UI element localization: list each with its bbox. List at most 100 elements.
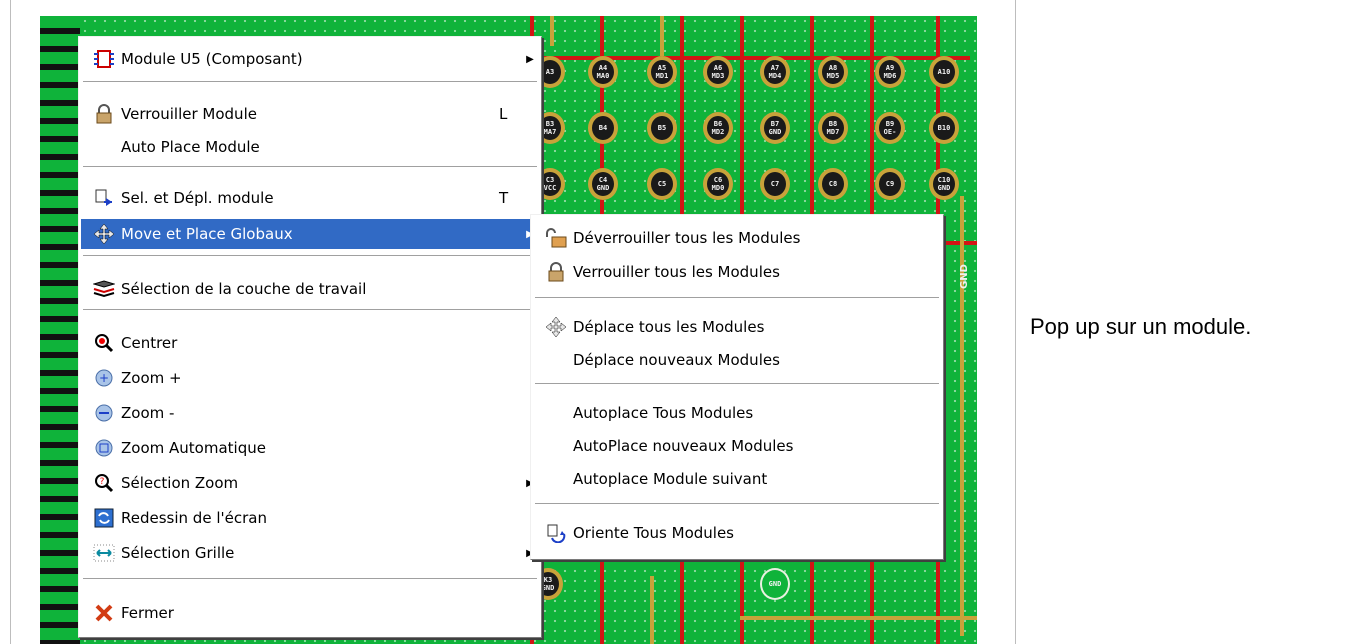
menu-item-label: Centrer	[121, 334, 178, 352]
menu-item-label: Zoom Automatique	[121, 439, 266, 457]
pcb-pad[interactable]: A8 MD5	[818, 56, 848, 88]
menu-item-verrouiller-module[interactable]: Verrouiller Module L	[81, 99, 539, 129]
menu-item-selection-grille[interactable]: Sélection Grille▶	[81, 538, 539, 568]
pcb-pad[interactable]: A6 MD3	[703, 56, 733, 88]
net-label: GND	[958, 264, 970, 289]
grid-icon	[93, 542, 115, 564]
lock-icon	[545, 261, 567, 283]
menu-item-label: Sel. et Dépl. module	[121, 189, 274, 207]
menu-item-label: Redessin de l'écran	[121, 509, 267, 527]
zoom-in-icon: +	[93, 367, 115, 389]
menu-item-label: Autoplace Tous Modules	[573, 404, 754, 422]
menu-item-fermer[interactable]: Fermer	[81, 598, 539, 628]
menu-item-label: Déverrouiller tous les Modules	[573, 229, 801, 247]
menu-item-move-et-place-globaux[interactable]: Move et Place Globaux▶	[81, 219, 539, 249]
pcb-pad[interactable]: B9 OE-	[875, 112, 905, 144]
menu-separator	[535, 297, 939, 299]
menu-item-label: Oriente Tous Modules	[573, 524, 734, 542]
pcb-pad[interactable]: A7 MD4	[760, 56, 790, 88]
menu-item-label: Module U5 (Composant)	[121, 50, 303, 68]
menu-item-selection-de-la-couche-de-travail[interactable]: Sélection de la couche de travail	[81, 274, 539, 304]
pcb-pad[interactable]: B8 MD7	[818, 112, 848, 144]
menu-item-zoom[interactable]: + Zoom +	[81, 363, 539, 393]
menu-separator	[535, 383, 939, 385]
menu-separator	[83, 309, 537, 311]
move-arrows-icon	[545, 316, 567, 338]
menu-item-autoplace-tous-modules[interactable]: Autoplace Tous Modules	[533, 398, 941, 428]
menu-separator	[83, 578, 537, 580]
menu-item-zoom[interactable]: Zoom -	[81, 398, 539, 428]
move-place-submenu: Déverrouiller tous les Modules Verrouille…	[530, 214, 944, 560]
menu-item-label: Sélection de la couche de travail	[121, 280, 367, 298]
pcb-pad[interactable]: C7	[760, 168, 790, 200]
pcb-pad[interactable]: A9 MD6	[875, 56, 905, 88]
pcb-pad[interactable]: C4 GND	[588, 168, 618, 200]
pcb-pad[interactable]: B5	[647, 112, 677, 144]
pcb-pad[interactable]: C9	[875, 168, 905, 200]
svg-text:+: +	[99, 371, 109, 385]
pcb-pad[interactable]: C6 MD0	[703, 168, 733, 200]
menu-item-autoplace-nouveaux-modules[interactable]: AutoPlace nouveaux Modules	[533, 431, 941, 461]
gold-trace	[660, 16, 664, 56]
zoom-out-icon	[93, 402, 115, 424]
menu-item-label: Sélection Zoom	[121, 474, 239, 492]
caption: Pop up sur un module.	[1030, 314, 1252, 339]
menu-item-label: Zoom -	[121, 404, 175, 422]
pcb-pad[interactable]: A10	[929, 56, 959, 88]
menu-item-module-u5-composant[interactable]: Module U5 (Composant) ▶	[81, 44, 539, 74]
zoom-select-icon: ?	[93, 472, 115, 494]
gold-trace	[650, 576, 654, 644]
menu-separator	[83, 81, 537, 83]
move-arrows-icon	[93, 223, 115, 245]
menu-item-label: Fermer	[121, 604, 174, 622]
context-menu: Module U5 (Composant) ▶ Verrouiller Module…	[78, 36, 542, 638]
redraw-icon	[93, 507, 115, 529]
menu-item-redessin-de-l-ecran[interactable]: Redessin de l'écran	[81, 503, 539, 533]
menu-item-label: Auto Place Module	[121, 138, 260, 156]
menu-item-sel-et-depl-module[interactable]: Sel. et Dépl. module T	[81, 183, 539, 213]
menu-item-label: Autoplace Module suivant	[573, 470, 768, 488]
unlock-icon	[545, 227, 567, 249]
pcb-pad[interactable]: B4	[588, 112, 618, 144]
menu-item-verrouiller-tous-les-modules[interactable]: Verrouiller tous les Modules	[533, 257, 941, 287]
right-frame-line	[1015, 0, 1016, 644]
menu-item-label: Verrouiller tous les Modules	[573, 263, 780, 281]
pcb-pad[interactable]: C10 GND	[929, 168, 959, 200]
submenu-arrow-icon: ▶	[526, 53, 534, 65]
menu-item-deverrouiller-tous-les-modules[interactable]: Déverrouiller tous les Modules	[533, 223, 941, 253]
pcb-pad[interactable]: A4 MA0	[588, 56, 618, 88]
svg-text:?: ?	[100, 477, 105, 487]
shortcut-key: T	[499, 189, 509, 207]
move-module-icon	[93, 187, 115, 209]
menu-item-auto-place-module[interactable]: Auto Place Module	[81, 132, 539, 162]
gold-trace	[740, 616, 977, 620]
pcb-pad[interactable]: B10	[929, 112, 959, 144]
menu-separator	[83, 166, 537, 168]
gold-trace	[960, 196, 964, 636]
layers-icon	[93, 278, 115, 300]
menu-item-zoom-automatique[interactable]: Zoom Automatique	[81, 433, 539, 463]
shortcut-key: L	[499, 105, 508, 123]
menu-item-autoplace-module-suivant[interactable]: Autoplace Module suivant	[533, 464, 941, 494]
pcb-pad[interactable]: A5 MD1	[647, 56, 677, 88]
close-x-icon	[93, 602, 115, 624]
menu-item-label: Sélection Grille	[121, 544, 235, 562]
menu-separator	[535, 503, 939, 505]
menu-item-centrer[interactable]: Centrer	[81, 328, 539, 358]
menu-item-oriente-tous-modules[interactable]: Oriente Tous Modules	[533, 518, 941, 548]
center-zoom-icon	[93, 332, 115, 354]
menu-item-label: Déplace tous les Modules	[573, 318, 765, 336]
pcb-pad[interactable]: C5	[647, 168, 677, 200]
menu-separator	[83, 255, 537, 257]
chip-icon	[93, 48, 115, 70]
pcb-pad[interactable]: B7 GND	[760, 112, 790, 144]
lock-icon	[93, 103, 115, 125]
black-stripe	[40, 16, 80, 644]
pcb-pad[interactable]: C8	[818, 168, 848, 200]
menu-item-selection-zoom[interactable]: ?Sélection Zoom▶	[81, 468, 539, 498]
menu-item-deplace-nouveaux-modules[interactable]: Déplace nouveaux Modules	[533, 345, 941, 375]
pcb-pad[interactable]: GND	[760, 568, 790, 600]
orient-icon	[545, 522, 567, 544]
menu-item-deplace-tous-les-modules[interactable]: Déplace tous les Modules	[533, 312, 941, 342]
pcb-pad[interactable]: B6 MD2	[703, 112, 733, 144]
